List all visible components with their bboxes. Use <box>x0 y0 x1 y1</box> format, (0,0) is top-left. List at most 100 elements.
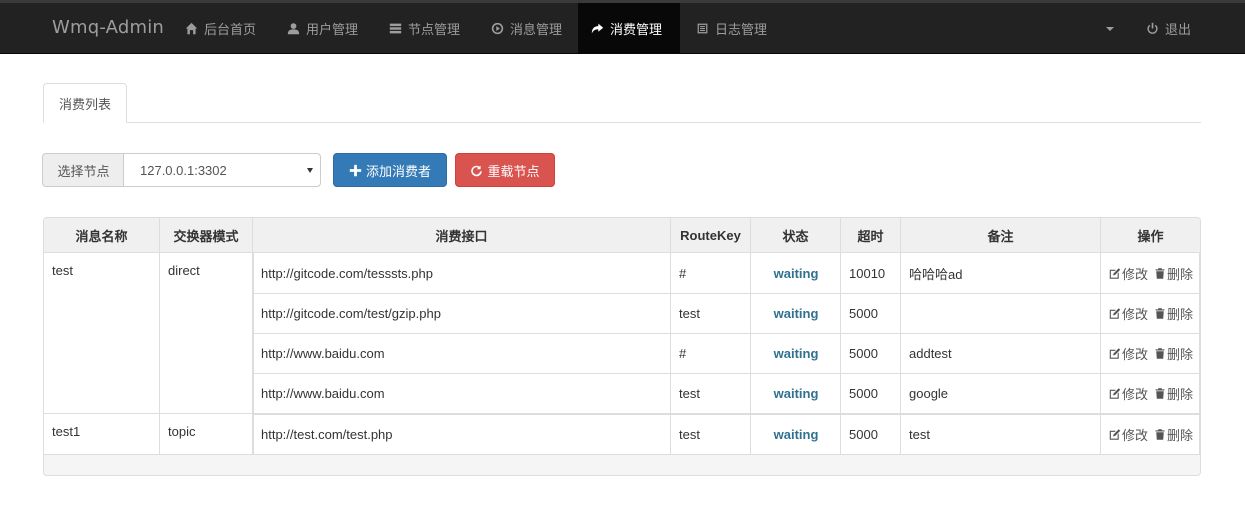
note-cell: test <box>909 426 930 442</box>
exchange-mode-cell: topic <box>160 414 253 454</box>
delete-button[interactable]: 删除 <box>1154 425 1193 444</box>
col-header-actions: 操作 <box>1101 218 1200 253</box>
nav-item-messages[interactable]: 消息管理 <box>478 3 574 53</box>
status-badge: waiting <box>773 345 819 361</box>
delete-label: 删除 <box>1167 386 1194 402</box>
col-header-status: 状态 <box>751 218 841 253</box>
home-icon <box>184 21 198 35</box>
tabs-divider <box>43 122 1201 123</box>
edit-icon <box>1109 347 1121 359</box>
routekey-cell: test <box>679 426 700 442</box>
column-divider <box>253 253 254 455</box>
nav-item-home[interactable]: 后台首页 <box>172 3 268 53</box>
timeout-cell: 5000 <box>849 345 878 361</box>
actions-cell: 修改 删除 <box>1101 253 1200 293</box>
delete-label: 删除 <box>1167 306 1194 322</box>
edit-label: 修改 <box>1122 427 1149 443</box>
url-cell: http://gitcode.com/test/gzip.php <box>261 305 441 321</box>
col-header-note: 备注 <box>901 218 1101 253</box>
routekey-cell: test <box>679 305 700 321</box>
timeout-cell: 10010 <box>849 265 886 281</box>
edit-icon <box>1109 387 1121 399</box>
play-circle-icon <box>490 21 504 35</box>
delete-button[interactable]: 删除 <box>1154 384 1193 403</box>
url-cell: http://www.baidu.com <box>261 345 385 361</box>
nav-item-label: 后台首页 <box>204 21 257 37</box>
col-header-routekey: RouteKey <box>671 218 751 253</box>
row-divider <box>253 333 1200 334</box>
nav-item-label: 日志管理 <box>715 21 768 37</box>
column-divider <box>1199 253 1200 455</box>
edit-icon <box>1109 307 1121 319</box>
list-alt-icon <box>695 21 709 35</box>
url-cell: http://gitcode.com/tesssts.php <box>261 265 433 281</box>
nav-item-label: 消息管理 <box>510 21 563 37</box>
status-badge: waiting <box>773 385 819 401</box>
actions-cell: 修改 删除 <box>1101 414 1200 454</box>
nav-item-label: 节点管理 <box>408 21 461 37</box>
node-select-label: 选择节点 <box>42 153 124 187</box>
delete-button[interactable]: 删除 <box>1154 344 1193 363</box>
logout-label: 退出 <box>1165 21 1192 37</box>
select-arrow-icon <box>307 168 313 173</box>
delete-button[interactable]: 删除 <box>1154 304 1193 323</box>
trash-icon <box>1155 347 1165 359</box>
col-header-timeout: 超时 <box>841 218 901 253</box>
node-select[interactable]: 127.0.0.1:3302 <box>123 153 321 187</box>
share-arrow-icon <box>590 21 604 35</box>
consumer-table: 消息名称 交换器模式 消费接口 RouteKey 状态 超时 备注 操作 tes… <box>43 217 1201 476</box>
row-divider <box>253 414 1200 415</box>
delete-label: 删除 <box>1167 346 1194 362</box>
edit-icon <box>1109 267 1121 279</box>
delete-label: 删除 <box>1167 266 1194 282</box>
edit-button[interactable]: 修改 <box>1109 264 1148 283</box>
col-header-url: 消费接口 <box>253 218 671 253</box>
edit-label: 修改 <box>1122 346 1149 362</box>
power-icon <box>1145 21 1159 35</box>
trash-icon <box>1155 387 1165 399</box>
timeout-cell: 5000 <box>849 385 878 401</box>
tab-consumer-list[interactable]: 消费列表 <box>43 83 127 123</box>
nav-item-nodes[interactable]: 节点管理 <box>376 3 472 53</box>
column-divider <box>900 253 901 455</box>
col-header-mode: 交换器模式 <box>160 218 253 253</box>
note-cell <box>901 293 1101 333</box>
reload-node-button[interactable]: 重载节点 <box>455 153 555 187</box>
actions-cell: 修改 删除 <box>1101 293 1200 333</box>
trash-icon <box>1155 267 1165 279</box>
status-badge: waiting <box>773 265 819 281</box>
routekey-cell: # <box>679 345 687 361</box>
top-navbar: Wmq-Admin 后台首页 用户管理 节点管理 消息管理 消费管理 日志管理 … <box>0 0 1245 54</box>
dropdown-caret-icon[interactable] <box>1106 27 1114 31</box>
timeout-cell: 5000 <box>849 426 878 442</box>
edit-button[interactable]: 修改 <box>1109 344 1148 363</box>
logout-button[interactable]: 退出 <box>1133 3 1203 53</box>
nav-item-users[interactable]: 用户管理 <box>274 3 370 53</box>
column-divider <box>670 253 671 455</box>
message-name-cell: test1 <box>44 414 160 454</box>
nav-item-logs[interactable]: 日志管理 <box>683 3 779 53</box>
row-divider <box>44 454 1200 455</box>
edit-label: 修改 <box>1122 386 1149 402</box>
edit-button[interactable]: 修改 <box>1109 425 1148 444</box>
brand-logo[interactable]: Wmq-Admin <box>52 17 164 38</box>
edit-icon <box>1109 428 1121 440</box>
status-badge: waiting <box>773 426 819 442</box>
column-divider <box>1100 253 1101 455</box>
edit-button[interactable]: 修改 <box>1109 384 1148 403</box>
status-badge: waiting <box>773 305 819 321</box>
user-icon <box>286 21 300 35</box>
plus-icon <box>349 164 362 176</box>
trash-icon <box>1155 307 1165 319</box>
note-cell: addtest <box>909 345 952 361</box>
add-consumer-button[interactable]: 添加消费者 <box>333 153 447 187</box>
row-divider <box>253 373 1200 374</box>
edit-button[interactable]: 修改 <box>1109 304 1148 323</box>
delete-button[interactable]: 删除 <box>1154 264 1193 283</box>
delete-label: 删除 <box>1167 427 1194 443</box>
nav-item-consumers[interactable]: 消费管理 <box>578 3 680 53</box>
row-divider <box>253 293 1200 294</box>
add-consumer-label: 添加消费者 <box>365 163 431 179</box>
column-divider <box>750 253 751 455</box>
refresh-icon <box>471 165 483 176</box>
